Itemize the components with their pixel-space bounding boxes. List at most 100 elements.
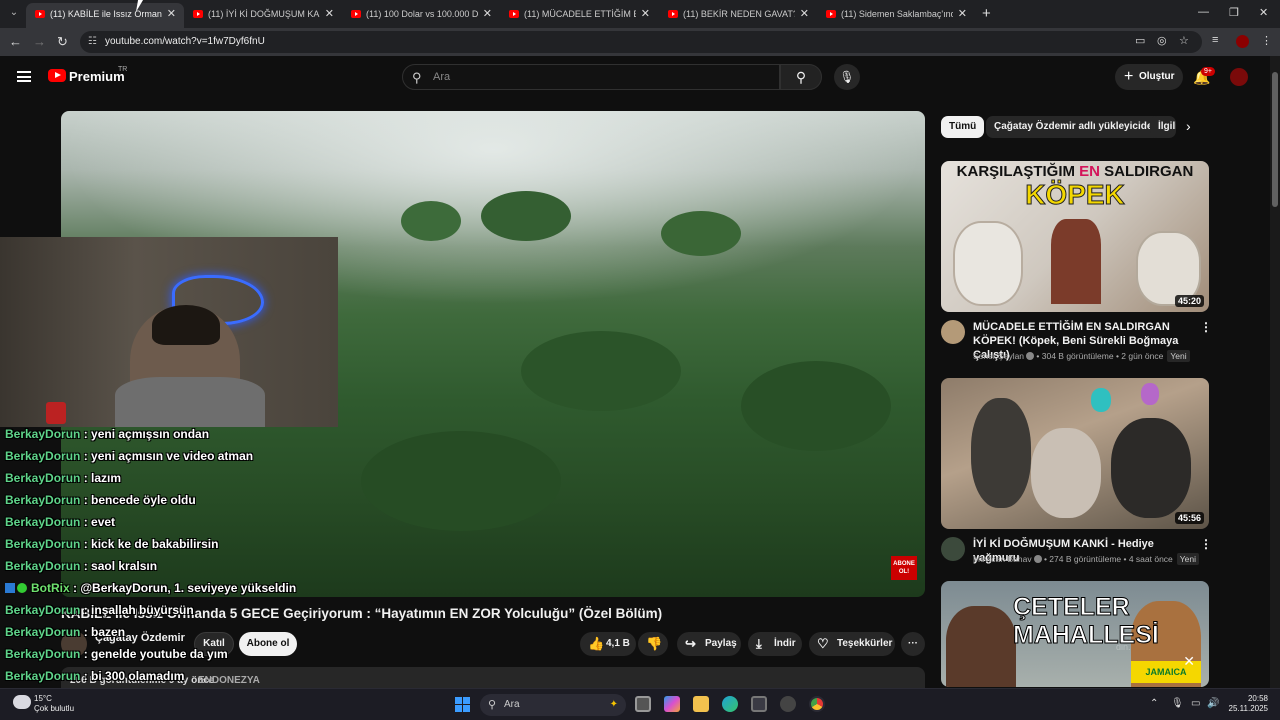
scrollbar-thumb[interactable] xyxy=(1272,72,1278,207)
video-frame-tree xyxy=(401,201,461,241)
browser-tab-6[interactable]: (11) Sidemen Saklambaç'ında N ✕ xyxy=(817,3,975,28)
taskbar-search[interactable]: ⚲ Ara ✦ xyxy=(480,694,626,716)
verified-badge-icon xyxy=(17,583,27,593)
file-explorer-icon[interactable] xyxy=(693,696,709,712)
clock-date: 25.11.2025 xyxy=(1228,704,1268,713)
logo-text[interactable]: Premium xyxy=(69,69,125,84)
close-tab-icon[interactable]: ✕ xyxy=(325,3,334,25)
restore-icon[interactable]: ❐ xyxy=(1229,6,1239,19)
system-clock[interactable]: 20:58 25.11.2025 xyxy=(1228,694,1268,714)
task-view-icon[interactable] xyxy=(635,696,651,712)
new-tab-button[interactable]: + xyxy=(982,5,991,22)
tab-title: (11) 100 Dolar vs 100.000 Dolar xyxy=(366,9,478,19)
copilot-icon[interactable] xyxy=(664,696,680,712)
browser-tab-3[interactable]: (11) 100 Dolar vs 100.000 Dolar ✕ xyxy=(342,3,500,28)
cast-icon[interactable]: ▭ xyxy=(1135,34,1145,47)
youtube-favicon-icon xyxy=(509,10,519,18)
cloud-icon[interactable] xyxy=(13,695,31,709)
thumbnail-headline: ÇETELER MAHALLESİ xyxy=(1013,593,1160,650)
close-tab-icon[interactable]: ✕ xyxy=(958,3,967,25)
download-button[interactable]: ⤓ İndir xyxy=(748,632,802,656)
related-thumbnail-1[interactable]: KARŞILAŞTIĞIM EN SALDIRGAN KÖPEK 45:20 xyxy=(941,161,1209,312)
browser-menu-icon[interactable]: ⋮ xyxy=(1261,34,1272,47)
app-icon[interactable] xyxy=(780,696,796,712)
create-button[interactable]: + Oluştur xyxy=(1115,64,1183,90)
share-button[interactable]: ↪ Paylaş xyxy=(677,632,741,656)
browser-tab-1[interactable]: (11) KABİLE ile Issız Ormanda 5 ✕ xyxy=(26,3,184,28)
mic-tray-icon[interactable]: 🎙 xyxy=(1171,698,1184,709)
volume-icon[interactable]: 🔊 xyxy=(1207,698,1219,709)
site-info-icon[interactable]: ☷ xyxy=(88,37,98,47)
close-window-icon[interactable]: ✕ xyxy=(1259,6,1268,19)
close-tab-icon[interactable]: ✕ xyxy=(167,3,176,25)
verified-icon xyxy=(1026,352,1035,360)
related-video-meta: Mevtcan Bahav • 274 B görüntüleme • 4 sa… xyxy=(973,553,1200,565)
share-label: Paylaş xyxy=(705,638,737,649)
close-tab-icon[interactable]: ✕ xyxy=(483,3,492,25)
browser-tab-4[interactable]: (11) MÜCADELE ETTİĞİM EN SA ✕ xyxy=(500,3,658,28)
thumbnail-person xyxy=(1031,428,1101,518)
more-icon[interactable]: ⋮ xyxy=(1200,537,1212,551)
dislike-button[interactable]: 👎 xyxy=(638,632,668,656)
chat-message: BerkayDorun : genelde youtube da yım xyxy=(5,647,228,661)
chevron-right-icon[interactable]: › xyxy=(1186,118,1191,134)
like-icon: 👍 xyxy=(588,636,605,651)
store-icon[interactable] xyxy=(751,696,767,712)
chat-message: BerkayDorun : yeni açmısın ve video atma… xyxy=(5,449,254,463)
browser-tab-2[interactable]: (11) İYİ Kİ DOĞMUŞUM KANKİ ✕ xyxy=(184,3,342,28)
display-icon[interactable]: ▭ xyxy=(1191,698,1200,709)
thumbnail-person xyxy=(1051,219,1101,304)
chat-message: BerkayDorun : lazım xyxy=(5,471,122,485)
eye-off-icon[interactable]: ◎ xyxy=(1157,34,1167,47)
streamer-shirt xyxy=(115,377,265,427)
channel-avatar[interactable] xyxy=(941,537,965,561)
close-icon[interactable]: ✕ xyxy=(1183,653,1195,670)
youtube-favicon-icon xyxy=(826,10,836,18)
like-button[interactable]: 👍 4,1 B xyxy=(580,632,636,656)
related-thumbnail-2[interactable]: 45:56 xyxy=(941,378,1209,529)
more-icon: ··· xyxy=(908,638,918,649)
close-tab-icon[interactable]: ✕ xyxy=(800,3,809,25)
hamburger-menu-icon[interactable] xyxy=(17,71,31,82)
windows-start-icon[interactable] xyxy=(455,697,470,712)
channel-avatar[interactable] xyxy=(941,320,965,344)
reload-icon[interactable]: ↻ xyxy=(57,34,68,50)
thumbnail-person xyxy=(1111,418,1191,518)
weather-widget[interactable]: 15°C Çok bulutlu xyxy=(34,694,74,714)
thanks-icon: ♡ xyxy=(817,636,829,651)
youtube-logo-icon[interactable] xyxy=(48,69,66,82)
subscribe-overlay-badge[interactable]: ABONE OL! xyxy=(891,556,917,580)
forward-icon[interactable]: → xyxy=(33,34,46,49)
chrome-icon[interactable] xyxy=(809,696,825,712)
chat-message: BerkayDorun : saol kralsın xyxy=(5,559,158,573)
reading-list-icon[interactable]: ≡ xyxy=(1212,34,1218,46)
url-field[interactable]: ☷ youtube.com/watch?v=1fw7Dyf6fnU xyxy=(80,31,1202,53)
back-icon[interactable]: ← xyxy=(9,34,22,49)
chip-all[interactable]: Tümü xyxy=(941,116,985,138)
page-scrollbar[interactable] xyxy=(1270,56,1280,688)
account-avatar[interactable] xyxy=(1230,68,1248,86)
search-button[interactable]: ⚲ xyxy=(780,64,822,90)
tray-chevron-icon[interactable]: ⌃ xyxy=(1150,698,1158,709)
thanks-button[interactable]: ♡ Teşekkürler xyxy=(809,632,895,656)
chat-message: BerkayDorun : bazen xyxy=(5,625,126,639)
mic-icon[interactable]: 🎙 xyxy=(834,64,860,90)
bookmark-star-icon[interactable]: ☆ xyxy=(1179,34,1189,47)
minimize-icon[interactable]: — xyxy=(1198,6,1209,18)
chip-related[interactable]: İlgili xyxy=(1150,116,1176,138)
edge-icon[interactable] xyxy=(722,696,738,712)
balloon xyxy=(1091,388,1111,412)
youtube-favicon-icon xyxy=(35,10,45,18)
chip-uploader[interactable]: Çağatay Özdemir adlı yükleyiciden xyxy=(986,116,1167,138)
tab-search-icon[interactable]: ⌄ xyxy=(6,5,22,21)
youtube-favicon-icon xyxy=(668,10,678,18)
close-tab-icon[interactable]: ✕ xyxy=(641,3,650,25)
plus-icon: + xyxy=(1124,68,1134,85)
more-actions-button[interactable]: ··· xyxy=(901,632,925,656)
related-thumbnail-3[interactable]: ÇETELER MAHALLESİ JAMAICA ✕ xyxy=(941,581,1209,687)
more-icon[interactable]: ⋮ xyxy=(1200,320,1212,334)
stream-chat-overlay: BerkayDorun : yeni açmışsın ondan Berkay… xyxy=(5,423,305,687)
search-input[interactable] xyxy=(433,67,763,87)
browser-tab-5[interactable]: (11) BEKİR NEDEN GAVAT? Kad ✕ xyxy=(659,3,817,28)
browser-profile-avatar[interactable] xyxy=(1236,35,1249,48)
